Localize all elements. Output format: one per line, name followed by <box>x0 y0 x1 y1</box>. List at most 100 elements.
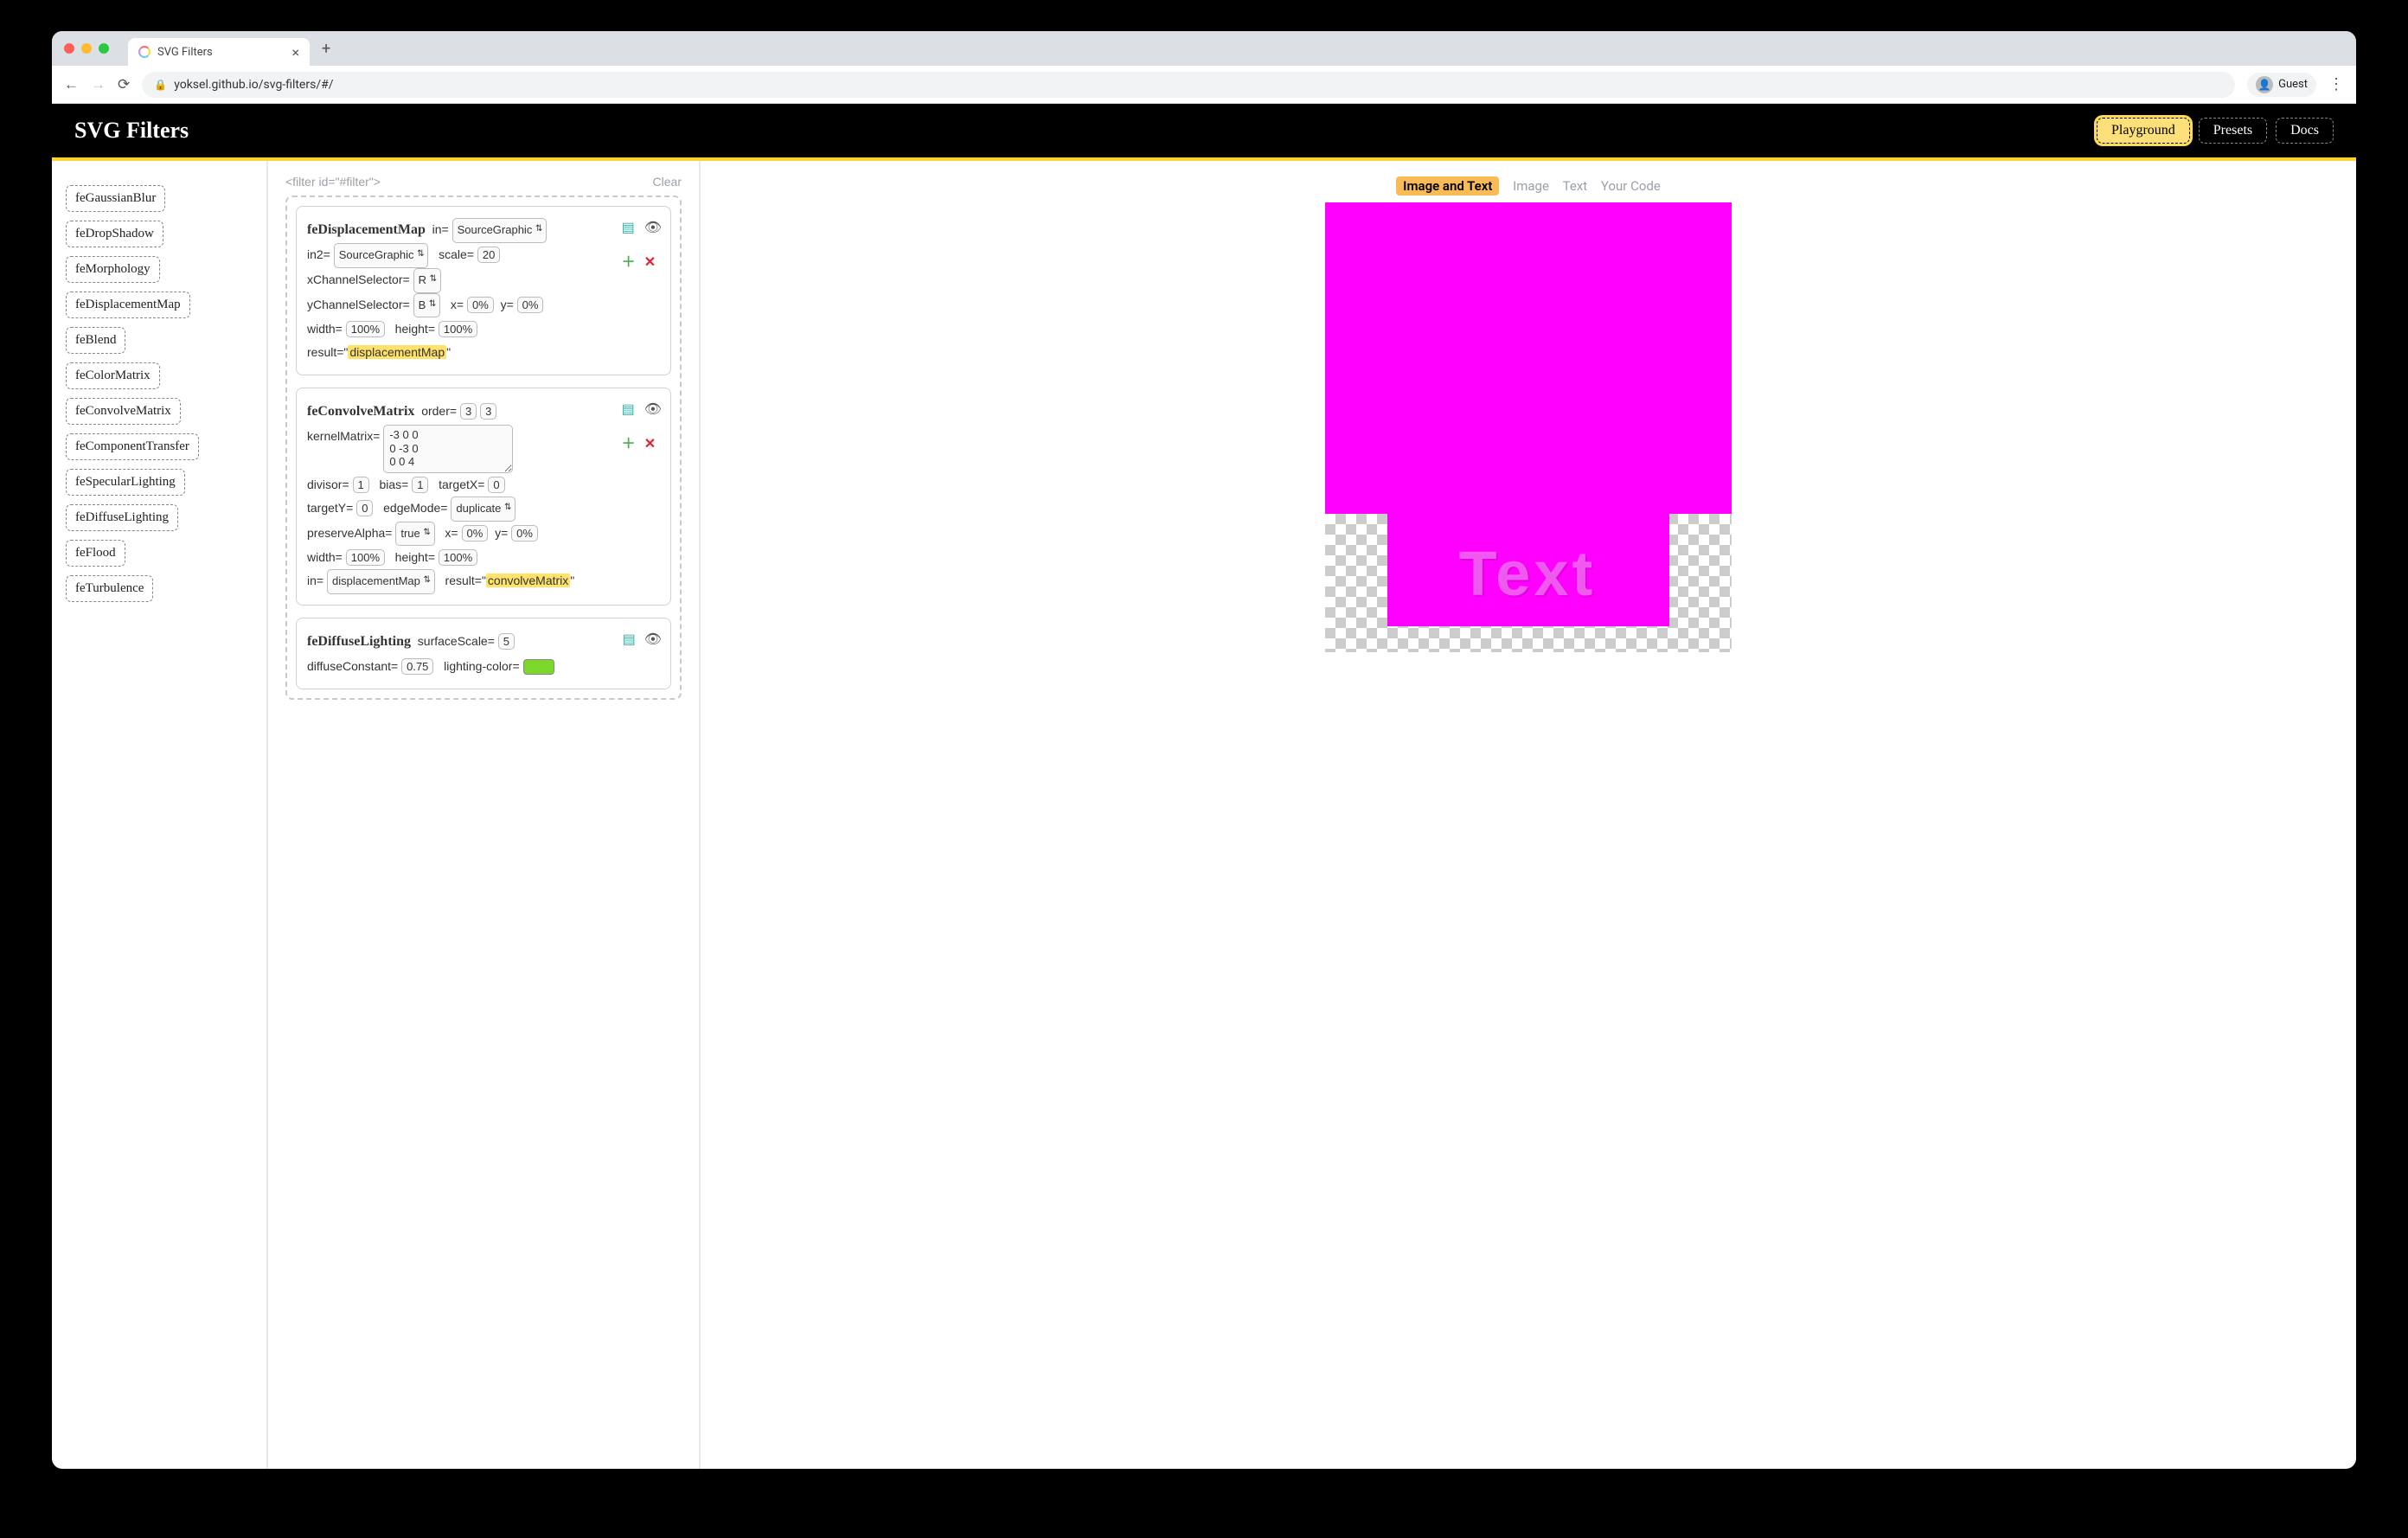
in2-select[interactable]: SourceGraphic <box>334 243 429 268</box>
width-input[interactable]: 100% <box>346 321 385 337</box>
tab-your-code[interactable]: Your Code <box>1601 178 1661 194</box>
param-label: in= <box>307 574 323 587</box>
y-input[interactable]: 0% <box>511 525 538 542</box>
palette-item[interactable]: feSpecularLighting <box>66 469 185 496</box>
docs-icon[interactable]: ▤ <box>623 627 636 653</box>
window-controls <box>64 43 109 54</box>
in-select[interactable]: SourceGraphic <box>452 218 548 243</box>
new-tab-button[interactable]: + <box>317 40 336 58</box>
clear-button[interactable]: Clear <box>653 175 682 189</box>
minimize-window-button[interactable] <box>81 43 92 54</box>
maximize-window-button[interactable] <box>99 43 109 54</box>
forward-button[interactable]: → <box>91 76 106 93</box>
preservealpha-select[interactable]: true <box>395 522 434 547</box>
diffuseconstant-input[interactable]: 0.75 <box>401 658 433 675</box>
close-tab-icon[interactable]: × <box>291 44 299 61</box>
param-label: targetY= <box>307 501 353 515</box>
preview-tabs: Image and Text Image Text Your Code <box>720 178 2337 194</box>
param-label: surfaceScale= <box>418 634 495 648</box>
delete-icon[interactable]: ✕ <box>644 432 662 458</box>
primitive-name: feConvolveMatrix <box>307 404 414 419</box>
result-value[interactable]: convolveMatrix <box>486 574 570 587</box>
lighting-color-input[interactable] <box>523 659 554 675</box>
surfacescale-input[interactable]: 5 <box>498 633 515 650</box>
nav-playground[interactable]: Playground <box>2097 118 2190 144</box>
param-label: lighting-color= <box>444 659 520 673</box>
delete-icon[interactable]: ✕ <box>644 250 662 276</box>
edgemode-select[interactable]: duplicate <box>451 497 516 522</box>
y-input[interactable]: 0% <box>517 297 544 313</box>
in-select[interactable]: displacementMap <box>327 569 435 594</box>
preview-image-block <box>1325 202 1732 514</box>
param-label: yChannelSelector= <box>307 298 410 311</box>
palette-item[interactable]: feDisplacementMap <box>66 292 190 318</box>
param-label: preserveAlpha= <box>307 526 392 540</box>
primitive-name: feDiffuseLighting <box>307 634 411 649</box>
param-label: result=" <box>307 345 348 359</box>
palette-item[interactable]: feDiffuseLighting <box>66 504 178 531</box>
param-label: y= <box>501 298 514 311</box>
palette-item[interactable]: feBlend <box>66 327 125 354</box>
order2-input[interactable]: 3 <box>480 403 496 420</box>
palette-item[interactable]: feComponentTransfer <box>66 433 199 460</box>
visibility-icon[interactable]: 👁 <box>644 397 662 423</box>
bias-input[interactable]: 1 <box>412 477 428 493</box>
visibility-icon[interactable]: 👁 <box>644 627 662 653</box>
palette-item[interactable]: feMorphology <box>66 256 160 283</box>
reload-button[interactable]: ⟳ <box>118 76 130 93</box>
palette-item[interactable]: feFlood <box>66 540 125 567</box>
scale-input[interactable]: 20 <box>477 247 500 263</box>
palette-item[interactable]: feTurbulence <box>66 575 153 602</box>
palette-item[interactable]: feDropShadow <box>66 221 163 247</box>
browser-window: SVG Filters × + ← → ⟳ 🔒 yoksel.github.io… <box>52 31 2356 1469</box>
height-input[interactable]: 100% <box>439 549 477 566</box>
param-label: width= <box>307 322 343 336</box>
avatar-icon: 👤 <box>2256 76 2273 93</box>
result-value[interactable]: displacementMap <box>348 345 446 359</box>
xchannel-select[interactable]: R <box>413 268 441 293</box>
lock-icon: 🔒 <box>154 79 167 91</box>
browser-tab[interactable]: SVG Filters × <box>128 38 310 66</box>
palette-item[interactable]: feConvolveMatrix <box>66 398 181 425</box>
filter-container: ▤ 👁 ＋ ✕ feDisplacementMap in= SourceGrap… <box>285 195 682 700</box>
param-label: divisor= <box>307 477 349 491</box>
param-label: in= <box>432 222 449 236</box>
width-input[interactable]: 100% <box>346 549 385 566</box>
visibility-icon[interactable]: 👁 <box>644 215 662 241</box>
x-input[interactable]: 0% <box>462 525 489 542</box>
nav-docs[interactable]: Docs <box>2276 118 2334 144</box>
docs-icon[interactable]: ▤ <box>622 397 636 423</box>
menu-button[interactable]: ⋮ <box>2328 75 2344 93</box>
tab-text[interactable]: Text <box>1563 178 1588 194</box>
order1-input[interactable]: 3 <box>460 403 477 420</box>
param-label: result=" <box>445 574 486 587</box>
palette-item[interactable]: feGaussianBlur <box>66 185 165 212</box>
param-label: x= <box>451 298 464 311</box>
tab-image[interactable]: Image <box>1513 178 1549 194</box>
tab-image-and-text[interactable]: Image and Text <box>1396 176 1499 195</box>
nav-presets[interactable]: Presets <box>2199 118 2267 144</box>
x-input[interactable]: 0% <box>467 297 494 313</box>
param-label: " <box>446 345 451 359</box>
param-label: x= <box>445 526 458 540</box>
close-window-button[interactable] <box>64 43 74 54</box>
add-icon[interactable]: ＋ <box>622 432 636 458</box>
primitive-name: feDisplacementMap <box>307 222 426 237</box>
height-input[interactable]: 100% <box>439 321 477 337</box>
add-icon[interactable]: ＋ <box>622 250 636 276</box>
param-label: order= <box>421 404 457 418</box>
kernelmatrix-input[interactable]: -3 0 0 0 -3 0 0 0 4 <box>383 425 513 473</box>
targetx-input[interactable]: 0 <box>488 477 504 493</box>
param-label: scale= <box>439 247 474 261</box>
profile-button[interactable]: 👤 Guest <box>2247 73 2316 97</box>
divisor-input[interactable]: 1 <box>353 477 369 493</box>
param-label: diffuseConstant= <box>307 659 398 673</box>
primitive-convolvematrix: ▤ 👁 ＋ ✕ feConvolveMatrix order= 3 3 kern… <box>296 388 671 606</box>
back-button[interactable]: ← <box>64 76 79 93</box>
ychannel-select[interactable]: B <box>413 293 441 318</box>
docs-icon[interactable]: ▤ <box>622 215 636 241</box>
palette-item[interactable]: feColorMatrix <box>66 362 160 389</box>
browser-chrome: SVG Filters × + ← → ⟳ 🔒 yoksel.github.io… <box>52 31 2356 104</box>
targety-input[interactable]: 0 <box>356 500 373 516</box>
address-bar[interactable]: 🔒 yoksel.github.io/svg-filters/#/ <box>142 72 2235 98</box>
